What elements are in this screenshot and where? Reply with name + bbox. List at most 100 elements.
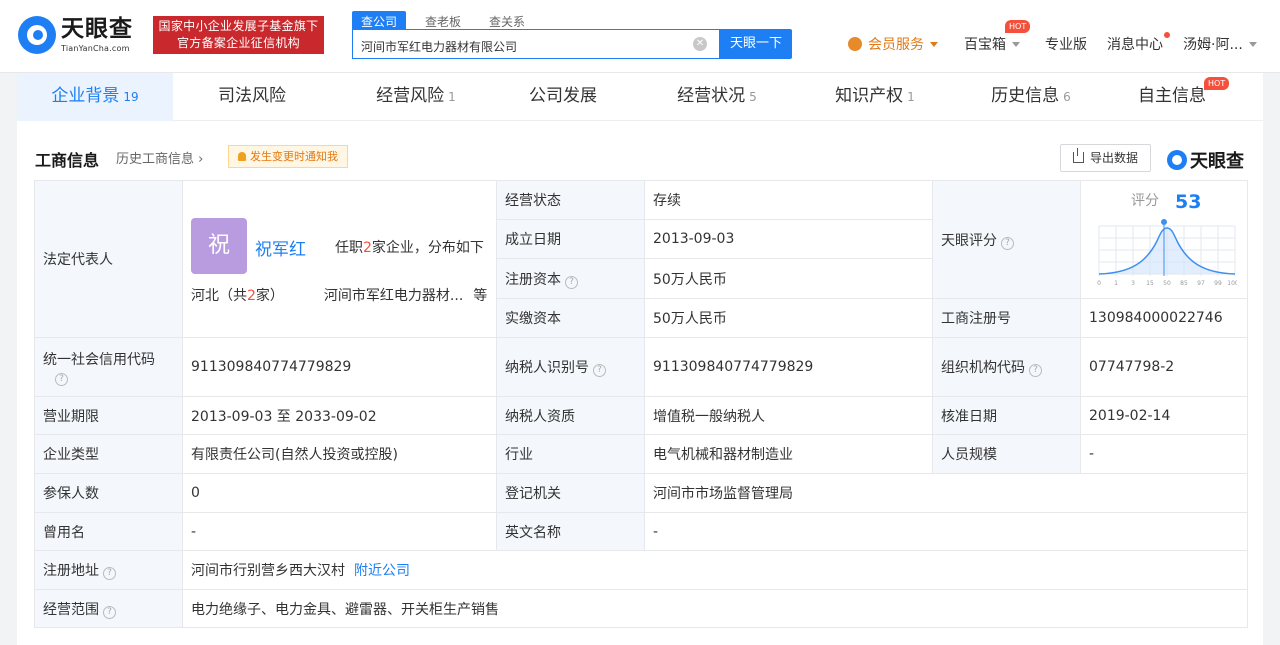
section-title: 工商信息 bbox=[35, 151, 100, 170]
legal-rep-name[interactable]: 祝军红 bbox=[255, 235, 306, 260]
authority-label: 登记机关 bbox=[496, 473, 645, 513]
reg-capital-label: 注册资本? bbox=[496, 258, 645, 299]
help-icon[interactable]: ? bbox=[565, 275, 578, 289]
score-value: 53 bbox=[1175, 190, 1202, 213]
svg-text:0: 0 bbox=[1097, 280, 1101, 287]
score-cell[interactable]: 评分 53 0 1 3 15 50 85 97 99 100 bbox=[1080, 180, 1248, 299]
svg-text:100: 100 bbox=[1227, 280, 1237, 287]
tab-history[interactable]: 历史信息 6 bbox=[961, 73, 1101, 121]
svg-text:85: 85 bbox=[1180, 280, 1188, 287]
scope-value: 电力绝缘子、电力金具、避雷器、开关柜生产销售 bbox=[182, 589, 1248, 628]
search-tab-relation[interactable]: 查关系 bbox=[480, 11, 534, 30]
eye-logo-icon bbox=[1167, 150, 1187, 170]
tab-operation-status[interactable]: 经营状况 5 bbox=[647, 73, 787, 121]
legal-rep-cell: 祝 祝军红 任职2家企业，分布如下 河北（共2家） 河间市军红电力器材... 等 bbox=[182, 180, 497, 338]
help-icon[interactable]: ? bbox=[55, 372, 68, 386]
top-bar: 天眼查 TianYanCha.com 国家中小企业发展子基金旗下 官方备案企业征… bbox=[0, 0, 1280, 73]
svg-text:15: 15 bbox=[1146, 280, 1154, 287]
tianyancha-watermark: 天眼查 bbox=[1167, 147, 1244, 173]
legal-rep-label: 法定代表人 bbox=[34, 180, 183, 338]
legal-rep-summary: 任职2家企业，分布如下 bbox=[335, 240, 484, 256]
authority-value: 河间市市场监督管理局 bbox=[644, 473, 1248, 513]
tab-ip[interactable]: 知识产权 1 bbox=[805, 73, 945, 121]
history-business-link[interactable]: 历史工商信息 › bbox=[116, 148, 203, 167]
english-name-label: 英文名称 bbox=[496, 512, 645, 551]
logo-name-en: TianYanCha.com bbox=[61, 43, 130, 53]
notify-change-button[interactable]: 发生变更时通知我 bbox=[228, 145, 348, 168]
search-button[interactable]: 天眼一下 bbox=[720, 29, 792, 59]
user-menu[interactable]: 汤姆·阿... bbox=[1183, 34, 1257, 54]
address-value: 河间市行别营乡西大汉村 bbox=[191, 563, 345, 579]
gov-badge[interactable]: 国家中小企业发展子基金旗下 官方备案企业征信机构 bbox=[153, 16, 324, 54]
message-center-link[interactable]: 消息中心 bbox=[1107, 34, 1163, 54]
staff-size-value: - bbox=[1080, 434, 1248, 474]
svg-text:97: 97 bbox=[1197, 280, 1205, 287]
reg-capital-value: 50万人民币 bbox=[644, 258, 933, 299]
english-name-value: - bbox=[644, 512, 1248, 551]
legal-rep-company-link[interactable]: 河间市军红电力器材... bbox=[324, 288, 463, 304]
vip-label: 会员服务 bbox=[868, 37, 924, 53]
help-icon[interactable]: ? bbox=[1029, 364, 1042, 377]
address-label: 注册地址? bbox=[34, 550, 183, 590]
clear-icon[interactable]: ✕ bbox=[693, 37, 707, 51]
toolbox-menu[interactable]: 百宝箱 bbox=[964, 34, 1020, 54]
download-icon bbox=[1072, 148, 1084, 163]
tab-judicial-risk[interactable]: 司法风险 bbox=[173, 73, 331, 121]
reg-no-label: 工商注册号 bbox=[932, 298, 1081, 338]
score-label: 天眼评分? bbox=[932, 180, 1081, 299]
gov-badge-line2: 官方备案企业征信机构 bbox=[176, 36, 300, 50]
legal-rep-region: 河北（共2家） 河间市军红电力器材... 等 bbox=[191, 288, 488, 304]
org-code-value: 07747798-2 bbox=[1080, 337, 1248, 397]
logo-name-cn: 天眼查 bbox=[61, 15, 133, 42]
score-title: 评分 bbox=[1131, 192, 1159, 209]
export-label: 导出数据 bbox=[1089, 151, 1138, 165]
nearby-companies-link[interactable]: 附近公司 bbox=[354, 563, 410, 579]
status-value: 存续 bbox=[644, 180, 933, 220]
eye-logo-icon bbox=[18, 16, 56, 54]
search-mode-tabs: 查公司 查老板 查关系 bbox=[352, 11, 544, 30]
gov-badge-line1: 国家中小企业发展子基金旗下 bbox=[158, 19, 319, 33]
company-type-label: 企业类型 bbox=[34, 434, 183, 474]
taxpayer-id-value: 911309840774779829 bbox=[644, 337, 933, 397]
search-tab-company[interactable]: 查公司 bbox=[352, 11, 407, 30]
help-icon[interactable]: ? bbox=[1001, 236, 1014, 250]
credit-code-label: 统一社会信用代码? bbox=[34, 337, 183, 397]
search-tab-boss[interactable]: 查老板 bbox=[416, 11, 470, 30]
vip-service-menu[interactable]: 会员服务 bbox=[848, 34, 938, 54]
export-data-button[interactable]: 导出数据 bbox=[1060, 144, 1151, 172]
search-input[interactable]: 河间市军红电力器材有限公司 bbox=[352, 29, 720, 59]
chevron-down-icon bbox=[930, 42, 938, 47]
pro-version-link[interactable]: 专业版 bbox=[1045, 34, 1087, 54]
status-label: 经营状态 bbox=[496, 180, 645, 220]
chevron-down-icon bbox=[1248, 42, 1257, 47]
credit-code-value: 911309840774779829 bbox=[182, 337, 497, 397]
taxpayer-id-label: 纳税人识别号? bbox=[496, 337, 645, 397]
notify-label: 发生变更时通知我 bbox=[250, 150, 338, 163]
hot-badge: HOT bbox=[1005, 20, 1031, 33]
org-code-label: 组织机构代码? bbox=[932, 337, 1081, 397]
business-info-panel: 工商信息 历史工商信息 › 发生变更时通知我 导出数据 天眼查 法定代表人 祝 … bbox=[17, 121, 1263, 645]
business-info-table: 法定代表人 祝 祝军红 任职2家企业，分布如下 河北（共2家） 河间市军红电力器材… bbox=[34, 180, 1248, 628]
approve-date-value: 2019-02-14 bbox=[1080, 396, 1248, 435]
tab-operation-risk[interactable]: 经营风险 1 bbox=[331, 73, 501, 121]
svg-text:99: 99 bbox=[1214, 280, 1222, 287]
help-icon[interactable]: ? bbox=[103, 567, 116, 580]
tab-development[interactable]: 公司发展 bbox=[501, 73, 625, 121]
toolbox-label: 百宝箱 bbox=[964, 37, 1006, 53]
score-distribution-chart: 0 1 3 15 50 85 97 99 100 bbox=[1097, 218, 1237, 287]
help-icon[interactable]: ? bbox=[103, 605, 116, 619]
industry-value: 电气机械和器材制造业 bbox=[644, 434, 933, 474]
unread-dot bbox=[1164, 32, 1170, 38]
hot-badge: HOT bbox=[1204, 77, 1230, 90]
tianyancha-logo[interactable]: 天眼查 TianYanCha.com bbox=[18, 16, 133, 54]
tab-background[interactable]: 企业背景 19 bbox=[17, 73, 173, 121]
avatar[interactable]: 祝 bbox=[191, 218, 247, 274]
user-name: 汤姆·阿... bbox=[1183, 37, 1243, 53]
scope-label: 经营范围? bbox=[34, 589, 183, 628]
company-tabs: 企业背景 19 司法风险 经营风险 1 公司发展 经营状况 5 知识产权 1 历史信息 6… bbox=[17, 73, 1263, 121]
tax-qual-value: 增值税一般纳税人 bbox=[644, 396, 933, 435]
help-icon[interactable]: ? bbox=[593, 364, 606, 377]
paid-capital-label: 实缴资本 bbox=[496, 298, 645, 338]
former-name-label: 曾用名 bbox=[34, 512, 183, 551]
chevron-down-icon bbox=[1012, 42, 1020, 47]
